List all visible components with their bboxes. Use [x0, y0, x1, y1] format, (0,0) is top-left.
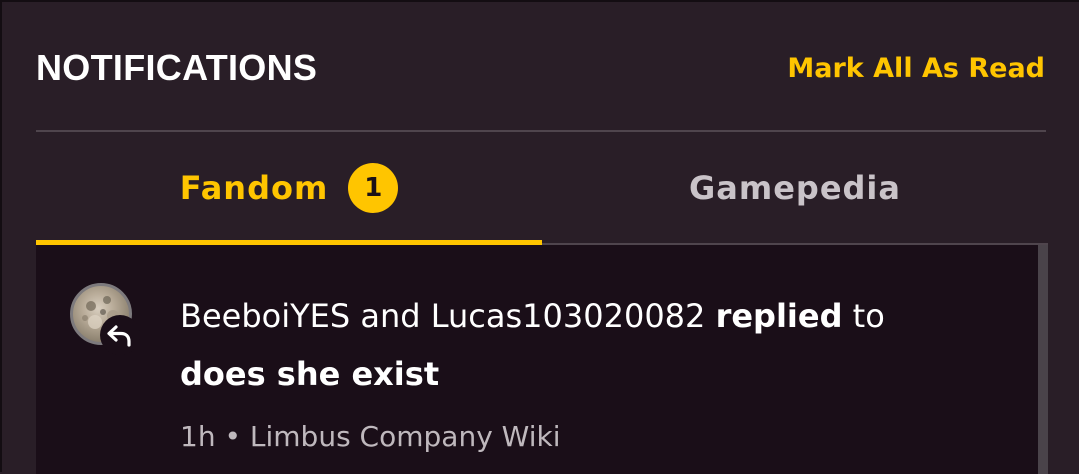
notification-message: BeeboiYES and Lucas103020082 replied to d…: [180, 287, 1000, 403]
notification-target[interactable]: does she exist: [180, 355, 439, 393]
notification-tabs: Fandom 1 Gamepedia: [36, 132, 1048, 245]
notification-item[interactable]: BeeboiYES and Lucas103020082 replied to d…: [36, 245, 1038, 474]
notification-time: 1h: [180, 420, 216, 453]
notification-wiki: Limbus Company Wiki: [249, 420, 561, 453]
notification-action: replied: [715, 297, 843, 335]
notifications-panel: NOTIFICATIONS Mark All As Read Fandom 1 …: [0, 0, 1079, 474]
tab-fandom-label: Fandom: [179, 169, 329, 207]
tab-gamepedia-label: Gamepedia: [689, 169, 901, 207]
unread-count-badge: 1: [348, 163, 399, 213]
tab-fandom[interactable]: Fandom 1: [36, 132, 542, 245]
list-scrollbar[interactable]: [1038, 245, 1048, 474]
notification-list: BeeboiYES and Lucas103020082 replied to d…: [36, 245, 1038, 474]
reply-icon: [100, 315, 140, 355]
mark-all-as-read-button[interactable]: Mark All As Read: [787, 53, 1045, 84]
notification-meta: 1h • Limbus Company Wiki: [180, 417, 561, 457]
notifications-header: NOTIFICATIONS Mark All As Read: [36, 40, 1045, 96]
page-title: NOTIFICATIONS: [36, 47, 318, 88]
tab-gamepedia[interactable]: Gamepedia: [542, 132, 1048, 245]
notification-connector: to: [852, 297, 885, 335]
notification-actors: BeeboiYES and Lucas103020082: [180, 297, 706, 335]
meta-separator: •: [224, 420, 241, 453]
